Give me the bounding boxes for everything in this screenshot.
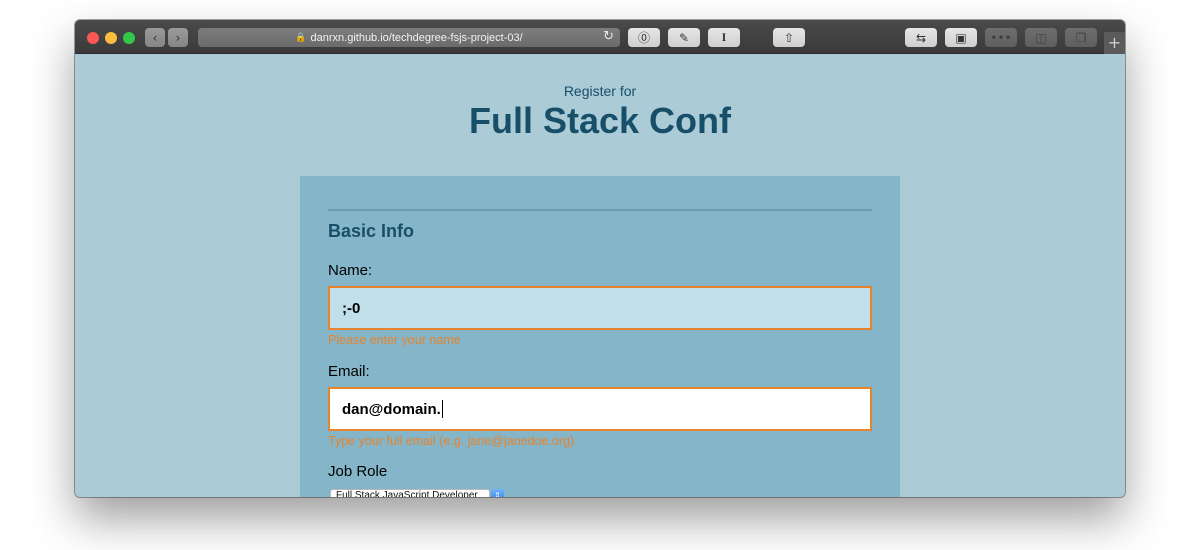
section-divider: [328, 209, 872, 211]
name-error-message: Please enter your name: [328, 333, 461, 347]
share-button[interactable]: ⇧: [773, 28, 805, 47]
name-field-value: ;-0: [342, 299, 361, 317]
email-label: Email:: [328, 363, 370, 380]
evernote-icon: ✎: [678, 30, 690, 45]
page-title: Full Stack Conf: [468, 100, 732, 141]
name-field[interactable]: ;-0: [328, 286, 872, 330]
share-icon: ⇧: [783, 30, 795, 45]
job-role-select[interactable]: Full Stack JavaScript Developer ⇕: [330, 488, 504, 497]
sidebar-icon: ◫: [1035, 30, 1047, 45]
email-field[interactable]: dan@domain.: [328, 387, 872, 431]
address-bar[interactable]: 🔒 danrxn.github.io/techdegree-fsjs-proje…: [198, 28, 620, 47]
evernote-extension-button[interactable]: ✎: [668, 28, 700, 47]
forward-button[interactable]: ›: [168, 28, 188, 47]
new-tab-button[interactable]: +: [1104, 32, 1125, 54]
job-role-label: Job Role: [328, 463, 388, 480]
reload-icon[interactable]: ↻: [603, 29, 614, 44]
tab-overview-button[interactable]: ❐: [1065, 28, 1097, 47]
tabs-icon: ❐: [1075, 30, 1087, 45]
text-cursor: [441, 400, 443, 418]
registration-form: Basic Info Name: ;-0 Please enter your n…: [300, 176, 900, 497]
forward-icon: ›: [175, 30, 181, 45]
reader-extension-button[interactable]: ▣: [945, 28, 977, 47]
minimize-window-button[interactable]: [105, 32, 117, 44]
sidebar-button[interactable]: ◫: [1025, 28, 1057, 47]
close-window-button[interactable]: [87, 32, 99, 44]
more-extensions-button[interactable]: •••: [985, 28, 1017, 47]
password-manager-icon: ⓪: [637, 31, 650, 45]
browser-toolbar: ‹ › 🔒 danrxn.github.io/techdegree-fsjs-p…: [75, 20, 1125, 54]
basic-info-heading: Basic Info: [328, 221, 415, 241]
password-extension-button[interactable]: ⓪: [628, 28, 660, 47]
name-label: Name:: [328, 262, 373, 279]
email-field-value: dan@domain.: [342, 400, 441, 418]
plus-icon: +: [1107, 33, 1122, 52]
email-error-message: Type your full email (e.g. jane@janedoe.…: [328, 434, 575, 448]
web-page: Register for Full Stack Conf Basic Info …: [75, 55, 1125, 497]
lock-icon: 🔒: [295, 32, 307, 42]
instapaper-extension-button[interactable]: I: [708, 28, 740, 47]
instapaper-icon: I: [721, 30, 727, 44]
zoom-window-button[interactable]: [123, 32, 135, 44]
browser-window: ‹ › 🔒 danrxn.github.io/techdegree-fsjs-p…: [75, 20, 1125, 497]
chevron-updown-icon: ⇕: [491, 489, 504, 497]
job-role-selected-value: Full Stack JavaScript Developer: [330, 489, 490, 497]
back-button[interactable]: ‹: [145, 28, 165, 47]
url-text: danrxn.github.io/techdegree-fsjs-project…: [310, 31, 523, 44]
page-subtitle: Register for: [563, 83, 637, 99]
back-icon: ‹: [152, 30, 158, 45]
glasses-icon: ▣: [955, 30, 967, 45]
swap-icon: ⇆: [915, 30, 927, 45]
ellipsis-icon: •••: [990, 30, 1012, 45]
sync-extension-button[interactable]: ⇆: [905, 28, 937, 47]
